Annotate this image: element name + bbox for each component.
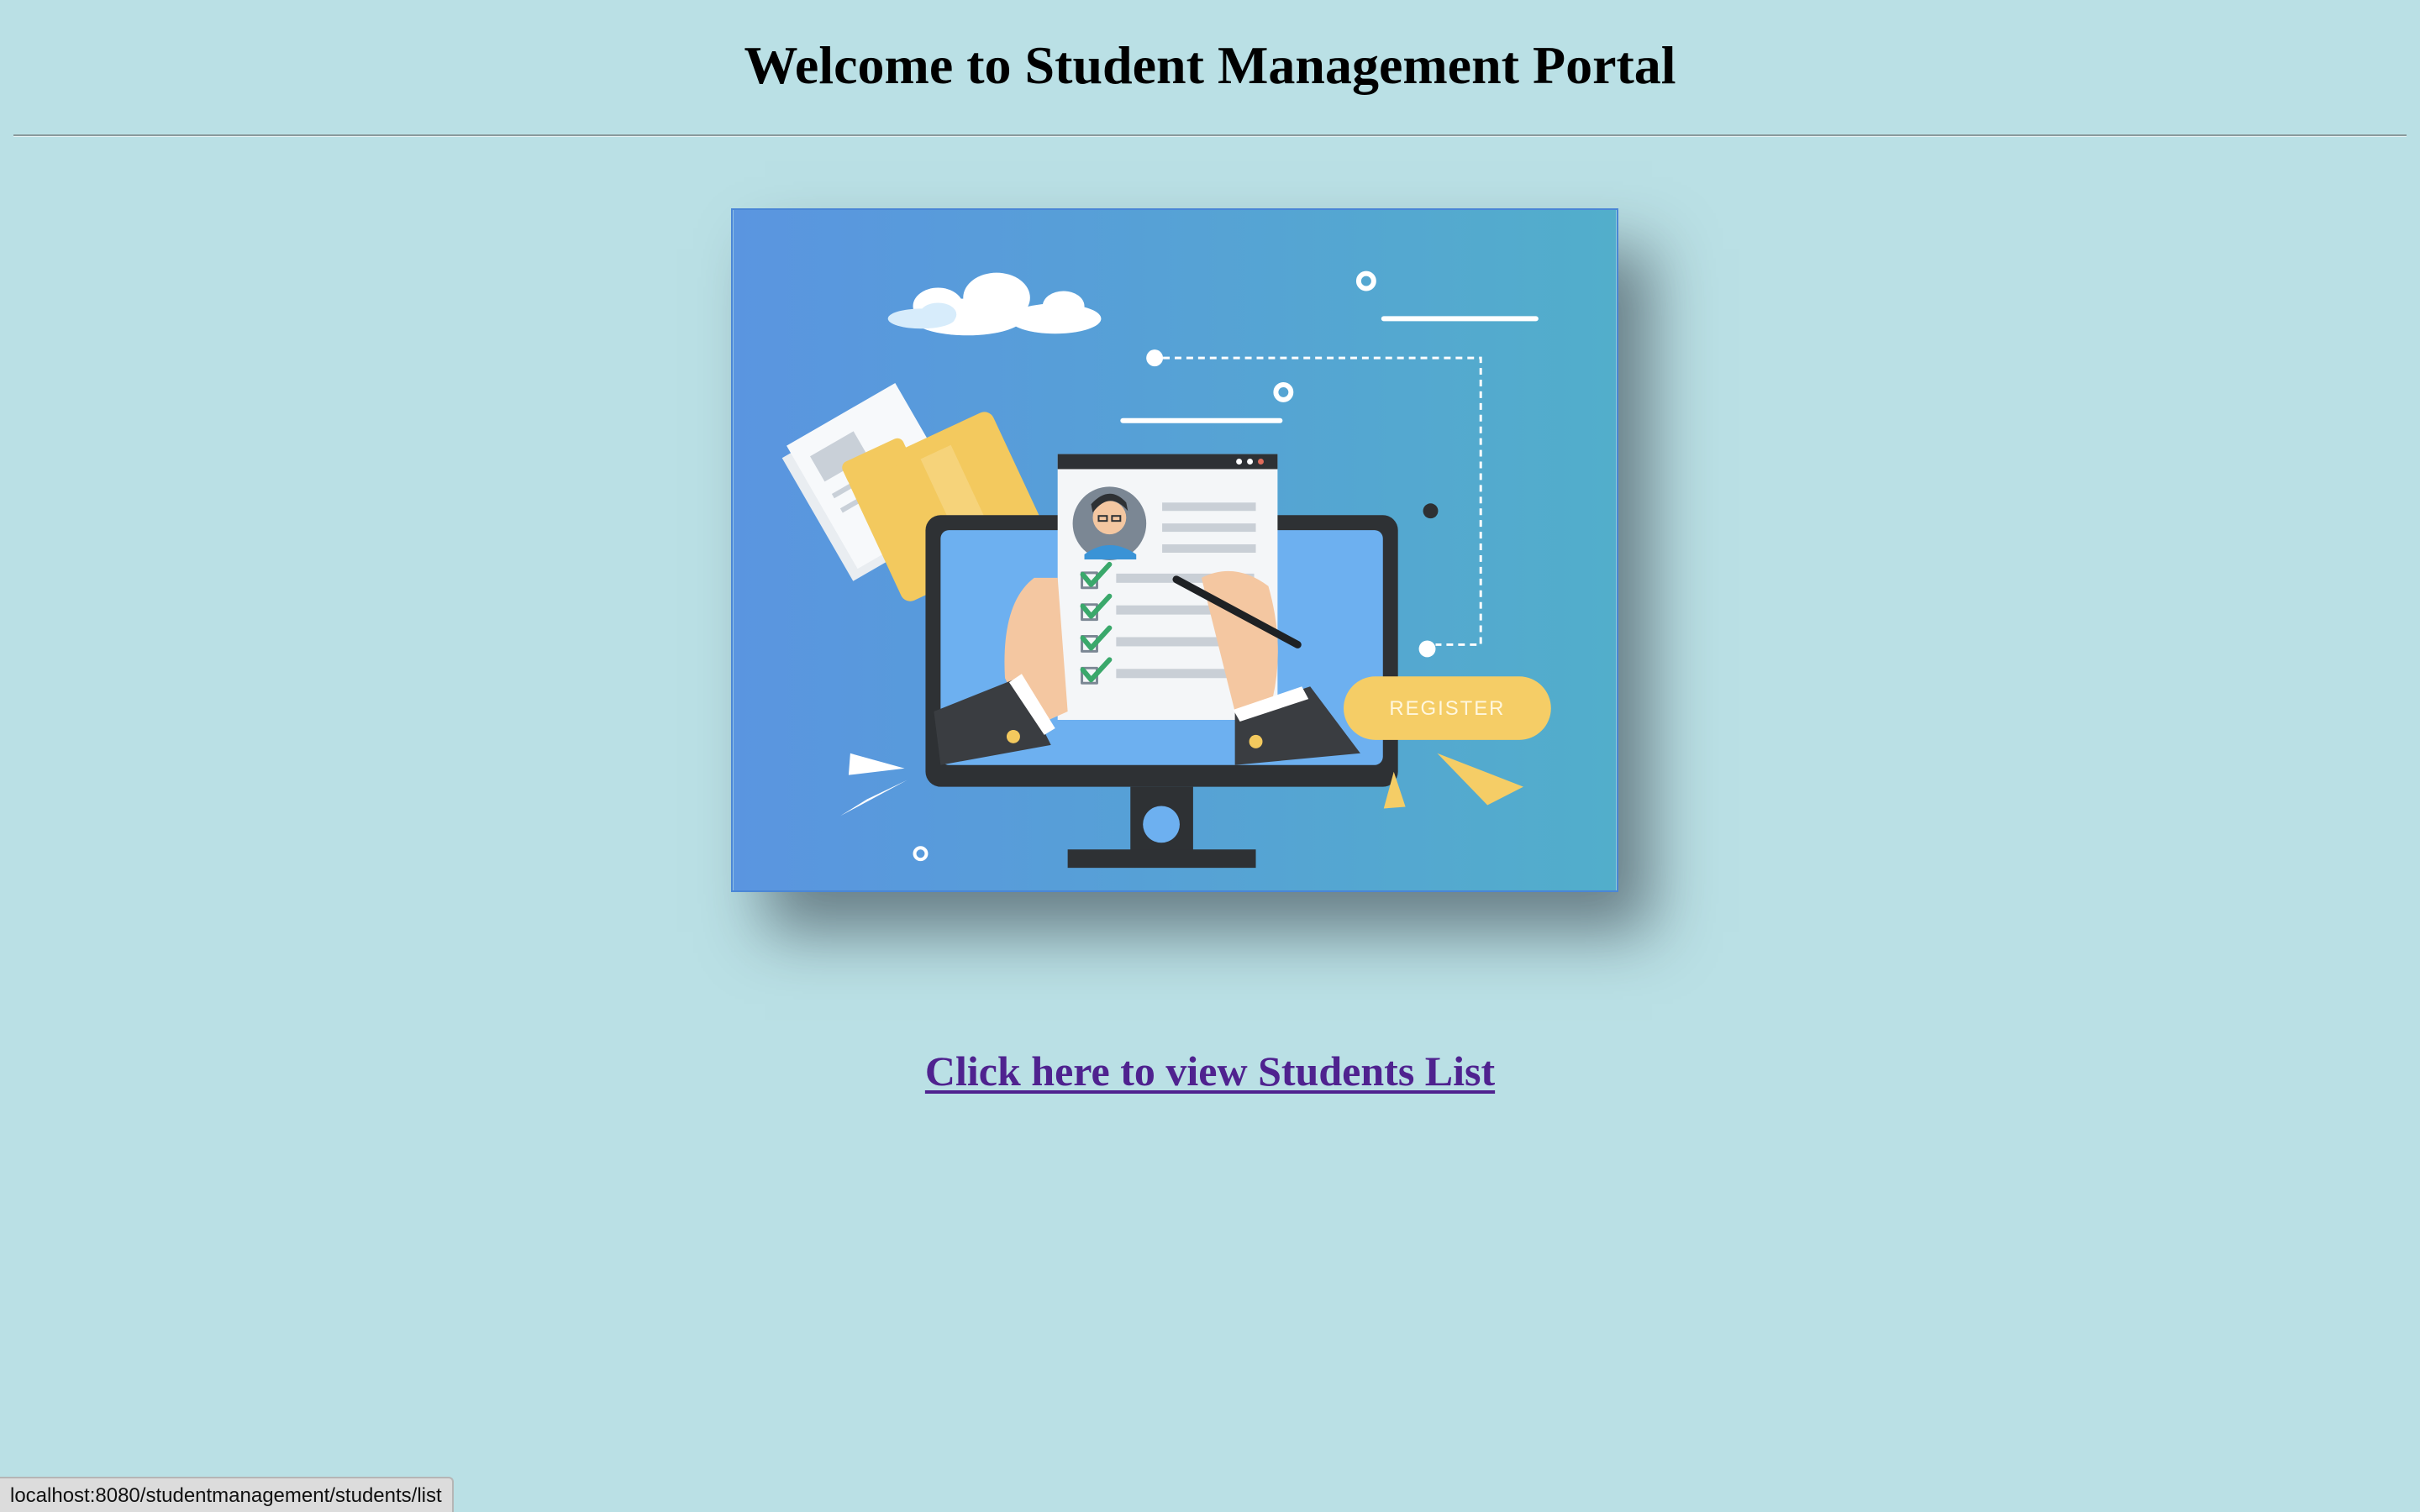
avatar	[1072, 486, 1147, 560]
page-title: Welcome to Student Management Portal	[744, 35, 1676, 95]
view-students-link-container: Click here to view Students List	[0, 1042, 2420, 1100]
view-students-list-link[interactable]: Click here to view Students List	[925, 1047, 1495, 1095]
register-badge: REGISTER	[1344, 676, 1551, 740]
student-registration-illustration: REGISTER	[731, 208, 1618, 892]
register-label: REGISTER	[1389, 697, 1505, 720]
browser-status-bar: localhost:8080/studentmanagement/student…	[0, 1477, 454, 1512]
illustration-svg: REGISTER	[733, 210, 1617, 890]
header-divider	[13, 134, 2407, 137]
